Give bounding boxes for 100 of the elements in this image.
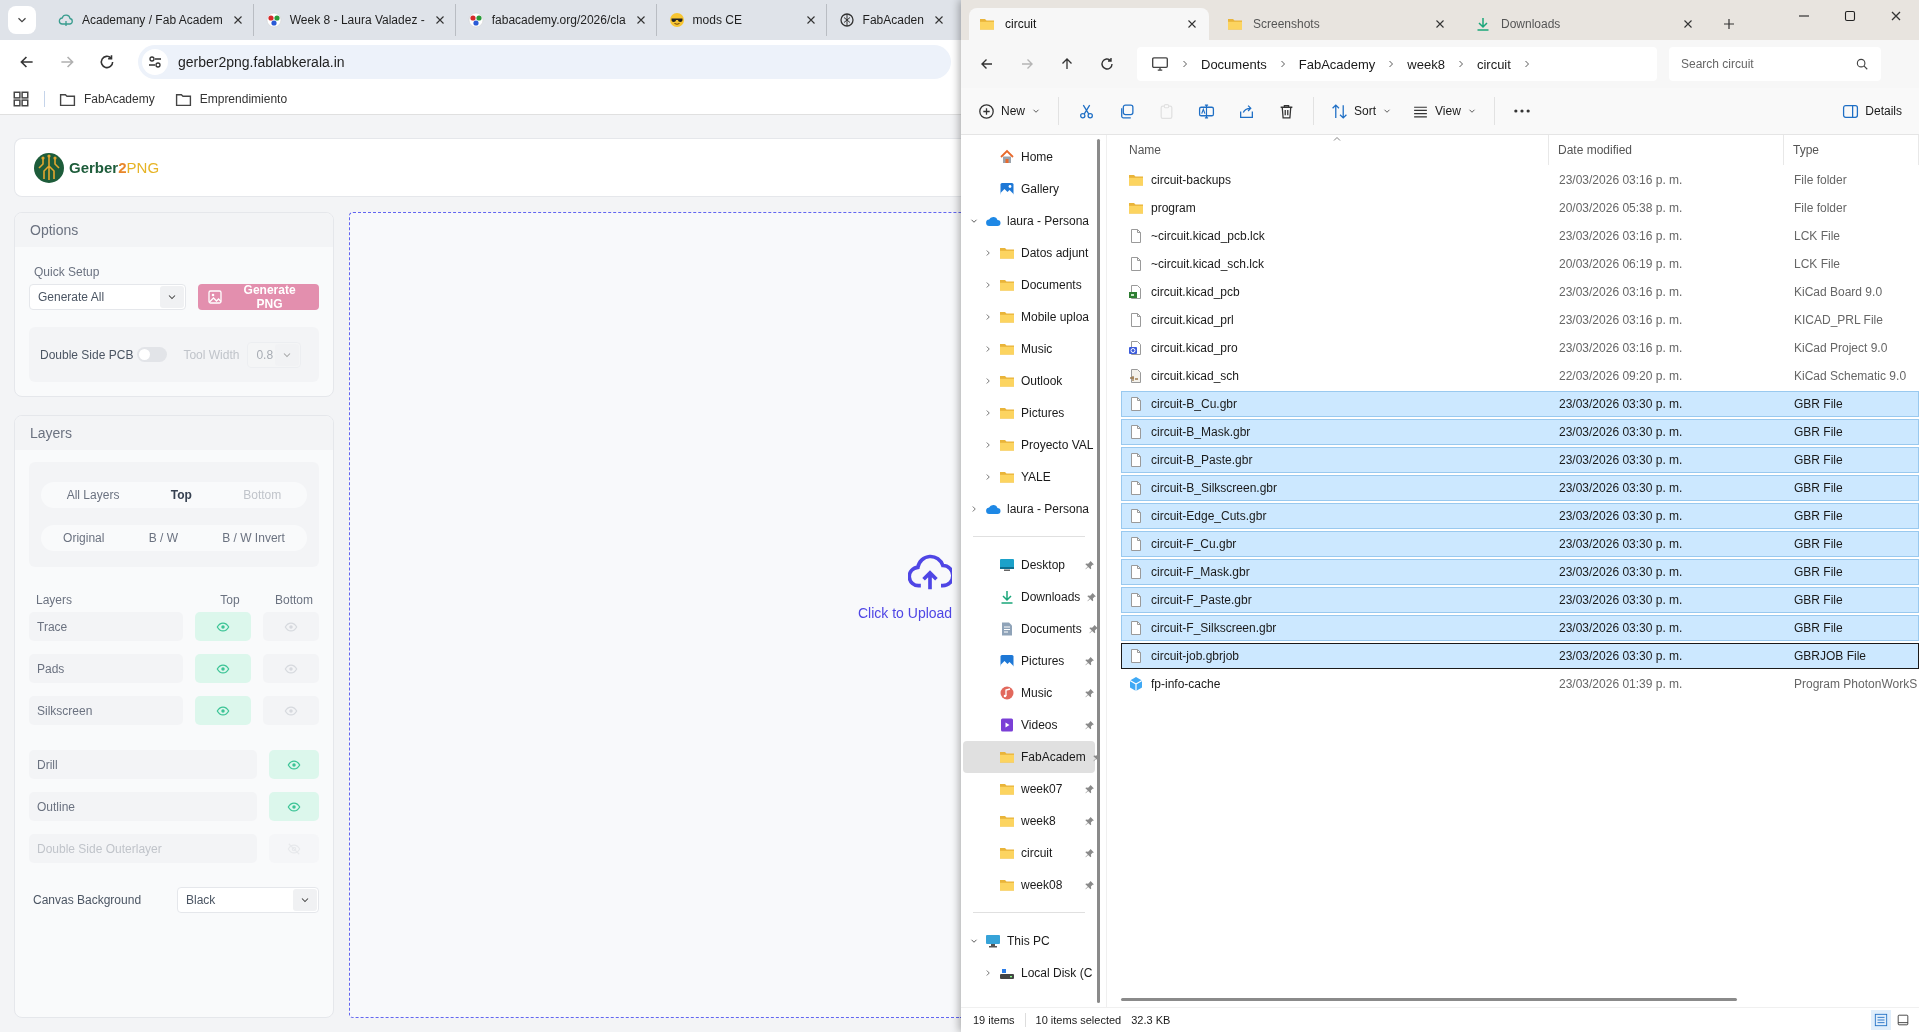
nav-item[interactable]: Desktop <box>963 549 1095 581</box>
file-row[interactable]: circuit-F_Silkscreen.gbr 23/03/2026 03:30 p. m. GBR File <box>1121 615 1919 641</box>
scrollbar[interactable] <box>1121 998 1737 1001</box>
nav-item[interactable]: circuit <box>963 837 1095 869</box>
nav-item[interactable]: Downloads <box>963 581 1095 613</box>
apps-grid-icon[interactable] <box>12 90 30 108</box>
browser-tab[interactable]: FabAcaden <box>828 4 954 36</box>
nav-item[interactable]: week08 <box>963 869 1095 901</box>
nav-item[interactable]: Home <box>963 141 1095 173</box>
nav-item[interactable]: Gallery <box>963 173 1095 205</box>
scrollbar[interactable] <box>1097 139 1100 1003</box>
nav-item[interactable]: FabAcadem <box>963 741 1095 773</box>
file-type: GBR File <box>1794 453 1843 467</box>
visibility-toggle[interactable] <box>263 654 319 683</box>
folder-icon <box>999 373 1015 389</box>
nav-item[interactable]: Music <box>963 333 1095 365</box>
file-row[interactable]: circuit-Edge_Cuts.gbr 23/03/2026 03:30 p. m. GBR File <box>1121 503 1919 529</box>
file-row[interactable]: circuit-backups 23/03/2026 03:16 p. m. File folder <box>1121 167 1919 193</box>
breadcrumb-item[interactable]: circuit <box>1476 56 1511 72</box>
file-row[interactable]: circuit-B_Mask.gbr 23/03/2026 03:30 p. m. GBR File <box>1121 419 1919 445</box>
double-side-toggle[interactable] <box>137 347 168 362</box>
file-row[interactable]: circuit.kicad_pcb 23/03/2026 03:16 p. m. KiCad Board 9.0 <box>1121 279 1919 305</box>
nav-item[interactable]: YALE <box>963 461 1095 493</box>
details-view-button[interactable] <box>1871 1010 1891 1030</box>
file-row[interactable]: circuit-F_Cu.gbr 23/03/2026 03:30 p. m. GBR File <box>1121 531 1919 557</box>
sort-button[interactable]: Sort <box>1324 95 1400 127</box>
upload-drop-zone[interactable]: Click to Upload <box>349 212 961 1018</box>
segment-tab[interactable]: Top <box>162 484 200 506</box>
file-row[interactable]: circuit.kicad_sch 22/03/2026 09:20 p. m. KiCad Schematic 9.0 <box>1121 363 1919 389</box>
date-modified: 23/03/2026 03:30 p. m. <box>1559 537 1683 551</box>
field-label: Canvas Background <box>33 893 142 907</box>
nav-item[interactable]: Outlook <box>963 365 1095 397</box>
column-header[interactable]: Date modified <box>1549 135 1784 165</box>
new-tab-plus-icon[interactable] <box>1721 16 1737 32</box>
breadcrumb-item[interactable]: FabAcademy <box>1298 56 1376 72</box>
nav-item[interactable]: Music <box>963 677 1095 709</box>
file-type: GBR File <box>1794 565 1843 579</box>
canvas-background-dropdown[interactable]: Black <box>177 887 319 913</box>
browser-tab[interactable]: mods CE <box>658 4 827 36</box>
nav-item[interactable]: Videos <box>963 709 1095 741</box>
visibility-toggle[interactable] <box>269 792 319 821</box>
visibility-toggle[interactable] <box>195 696 251 725</box>
nav-item[interactable]: Documents <box>963 269 1095 301</box>
sort-arrows-icon <box>1331 102 1348 120</box>
file-row[interactable]: circuit-B_Paste.gbr 23/03/2026 03:30 p. m. GBR File <box>1121 447 1919 473</box>
file-row[interactable]: circuit.kicad_pro 23/03/2026 03:16 p. m. KiCad Project 9.0 <box>1121 335 1919 361</box>
nav-item[interactable]: laura - Persona <box>963 205 1095 237</box>
segment-tab[interactable]: Original <box>55 527 113 549</box>
bookmark-folder[interactable]: FabAcademy <box>59 90 155 108</box>
browser-tab[interactable]: Week 8 - Laura Valadez - <box>255 4 456 36</box>
file-type: GBR File <box>1794 621 1843 635</box>
file-row[interactable]: circuit.kicad_prl 23/03/2026 03:16 p. m. KICAD_PRL File <box>1121 307 1919 333</box>
visibility-toggle[interactable] <box>195 654 251 683</box>
quick-setup-dropdown[interactable]: Generate All <box>29 284 187 310</box>
segment-tab[interactable]: B / W <box>140 527 186 549</box>
nav-item[interactable]: laura - Persona <box>963 493 1095 525</box>
nav-item[interactable]: Mobile uploa <box>963 301 1095 333</box>
column-header[interactable]: Type <box>1784 135 1919 165</box>
segment-tab[interactable]: B / W Invert <box>214 527 293 549</box>
nav-item[interactable]: Pictures <box>963 397 1095 429</box>
segment-tab[interactable]: All Layers <box>58 484 128 506</box>
site-settings-icon[interactable] <box>147 54 163 70</box>
breadcrumb-item[interactable]: week8 <box>1407 56 1445 72</box>
nav-item[interactable]: Local Disk (C <box>963 957 1095 989</box>
nav-item[interactable]: This PC <box>963 925 1095 957</box>
file-row[interactable]: program 20/03/2026 05:38 p. m. File folder <box>1121 195 1919 221</box>
file-row[interactable]: circuit-F_Paste.gbr 23/03/2026 03:30 p. m. GBR File <box>1121 587 1919 613</box>
view-button[interactable]: View <box>1405 95 1484 127</box>
nav-item[interactable]: Datos adjunt <box>963 237 1095 269</box>
explorer-tab[interactable]: Downloads <box>1465 8 1705 40</box>
explorer-tab[interactable]: circuit <box>969 8 1209 40</box>
date-modified: 20/03/2026 06:19 p. m. <box>1559 257 1683 271</box>
address-bar[interactable]: gerber2png.fablabkerala.in <box>138 45 951 79</box>
breadcrumb-item[interactable]: Documents <box>1201 56 1267 72</box>
visibility-toggle[interactable] <box>269 750 319 779</box>
nav-item[interactable]: Documents <box>963 613 1095 645</box>
explorer-tab[interactable]: Screenshots <box>1217 8 1457 40</box>
search-field[interactable]: Search circuit <box>1669 47 1881 81</box>
nav-item[interactable]: Proyecto VAL <box>963 429 1095 461</box>
details-pane-button[interactable]: Details <box>1835 95 1909 127</box>
nav-item[interactable]: week07 <box>963 773 1095 805</box>
visibility-toggle[interactable] <box>263 696 319 725</box>
file-row[interactable]: circuit-F_Mask.gbr 23/03/2026 03:30 p. m. GBR File <box>1121 559 1919 585</box>
file-row[interactable]: fp-info-cache 23/03/2026 01:39 p. m. Program PhotonWorkS <box>1121 671 1919 697</box>
bookmark-folder[interactable]: Emprendimiento <box>174 90 288 108</box>
column-header[interactable]: Name <box>1121 135 1549 165</box>
new-button[interactable]: New <box>971 95 1048 127</box>
browser-tab[interactable]: Academany / Fab Academ <box>48 4 254 36</box>
file-row[interactable]: ~circuit.kicad_sch.lck 20/03/2026 06:19 p. m. LCK File <box>1121 251 1919 277</box>
file-row[interactable]: circuit-job.gbrjob 23/03/2026 03:30 p. m. GBRJOB File <box>1121 643 1919 669</box>
visibility-toggle[interactable] <box>195 612 251 641</box>
file-row[interactable]: ~circuit.kicad_pcb.lck 23/03/2026 03:16 p. m. LCK File <box>1121 223 1919 249</box>
file-row[interactable]: circuit-B_Cu.gbr 23/03/2026 03:30 p. m. GBR File <box>1121 391 1919 417</box>
nav-item[interactable]: week8 <box>963 805 1095 837</box>
nav-item[interactable]: Pictures <box>963 645 1095 677</box>
fab-lab-logo-icon <box>265 12 282 28</box>
address-bar[interactable]: Documents FabAcademy week8 circuit <box>1137 47 1657 81</box>
visibility-toggle[interactable] <box>263 612 319 641</box>
file-row[interactable]: circuit-B_Silkscreen.gbr 23/03/2026 03:30 p. m. GBR File <box>1121 475 1919 501</box>
browser-tab[interactable]: fabacademy.org/2026/cla <box>457 4 657 36</box>
